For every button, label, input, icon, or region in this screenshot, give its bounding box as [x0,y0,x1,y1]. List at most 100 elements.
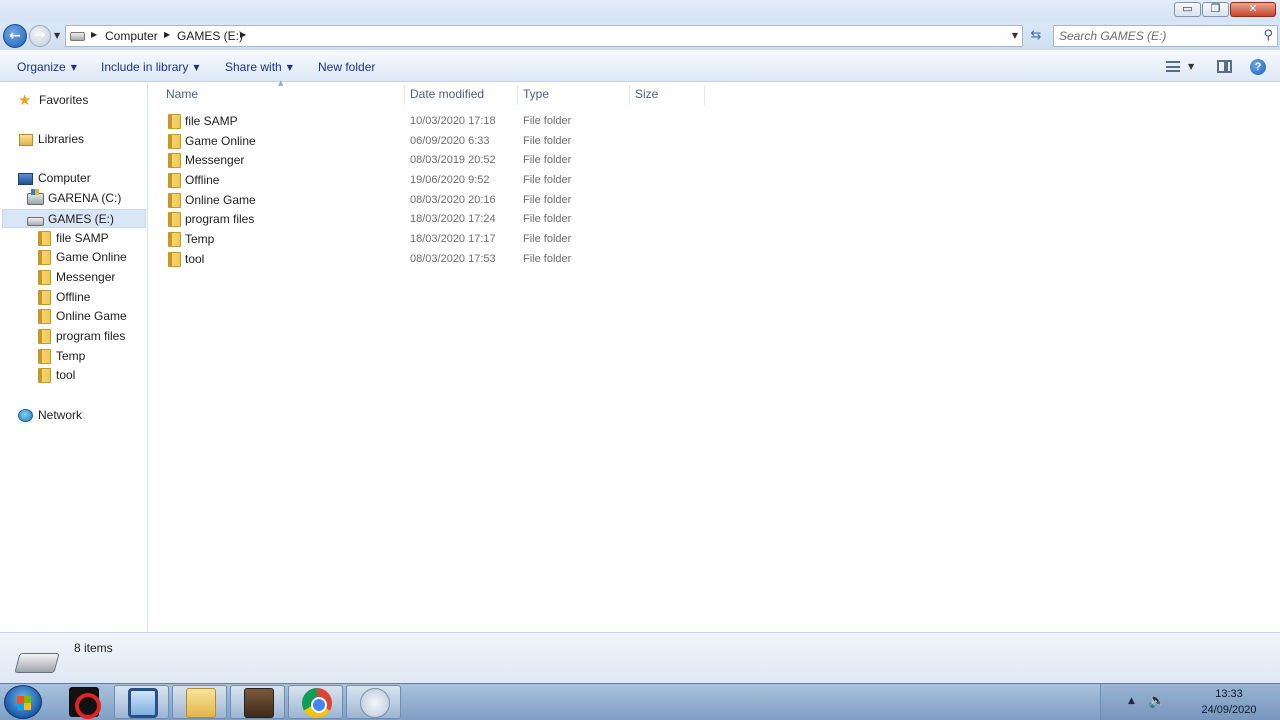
volume-icon[interactable]: 🔈 [1148,693,1165,709]
table-row[interactable]: Messenger 08/03/2019 20:52 File folder [160,151,680,170]
windows-logo-icon [17,696,31,710]
restore-icon: ❐ [1210,2,1221,15]
sidebar-item-folder[interactable]: Offline [38,288,90,307]
file-date: 19/06/2020 9:52 [410,174,490,186]
sidebar-item-label: Network [38,408,83,423]
forward-button[interactable]: → [29,25,51,47]
clock-date[interactable]: 24/09/2020 [1197,704,1261,716]
refresh-button[interactable]: ⇆ [1026,26,1046,46]
breadcrumb-games-drive[interactable]: GAMES (E:) [177,29,243,43]
file-type: File folder [523,174,572,186]
address-bar[interactable]: ▶ Computer ▶ GAMES (E:) ▶ ▼ [65,25,1023,47]
taskbar-app-explorer[interactable] [172,685,227,719]
sidebar-item-label: Temp [56,349,86,364]
sidebar-item-folder[interactable]: Online Game [38,307,127,326]
restore-button[interactable]: ❐ [1202,2,1229,17]
taskbar-app-remote-desktop[interactable] [114,685,169,719]
file-name: tool [185,252,205,266]
computer-icon [18,172,33,185]
column-header-size[interactable]: Size [635,85,658,105]
new-folder-button[interactable]: New folder [318,60,375,74]
folder-icon [38,329,51,345]
back-button[interactable]: ← [3,24,27,48]
minimize-icon: ▭ [1182,2,1193,15]
column-divider[interactable] [704,85,705,105]
taskbar-app-garena[interactable] [56,685,111,719]
table-row[interactable]: file SAMP 10/03/2020 17:18 File folder [160,112,680,131]
sidebar-item-folder[interactable]: Temp [38,347,85,366]
sidebar-item-label: Game Online [56,250,127,265]
chrome-icon [302,688,332,718]
breadcrumb-separator-icon[interactable]: ▶ [240,30,246,39]
preview-pane-icon[interactable] [1217,60,1232,73]
drive-icon [14,653,60,673]
sidebar-item-network[interactable]: Network [18,406,82,425]
breadcrumb-separator-icon[interactable]: ▶ [164,30,170,39]
sidebar-item-folder[interactable]: Game Online [38,248,127,267]
column-header-date-modified[interactable]: Date modified [410,85,484,105]
clock-time[interactable]: 13:33 [1201,688,1257,700]
paint-icon [360,688,390,718]
column-header-name[interactable]: Name [166,85,198,105]
file-type: File folder [523,135,572,147]
table-row[interactable]: tool 08/03/2020 17:53 File folder [160,250,680,269]
sidebar-item-games-drive[interactable]: GAMES (E:) [2,209,146,228]
garena-icon [69,687,101,719]
file-name: Game Online [185,134,256,148]
address-row: ← → ▼ ▶ Computer ▶ GAMES (E:) ▶ ▼ ⇆ ⚲ [0,22,1280,50]
address-dropdown-icon[interactable]: ▼ [1012,31,1018,40]
folder-icon [38,231,51,247]
minimize-button[interactable]: ▭ [1174,2,1201,17]
file-name: Online Game [185,193,256,207]
change-view-icon[interactable] [1166,61,1180,72]
file-date: 08/03/2020 20:16 [410,194,496,206]
sidebar-item-favorites[interactable]: ★ Favorites [18,91,88,110]
table-row[interactable]: Online Game 08/03/2020 20:16 File folder [160,191,680,210]
breadcrumb-computer[interactable]: Computer [105,29,158,43]
table-row[interactable]: program files 18/03/2020 17:24 File folder [160,210,680,229]
taskbar-app-samp[interactable] [230,685,285,719]
column-divider[interactable] [404,85,405,105]
sidebar-item-folder[interactable]: tool [38,366,75,385]
table-row[interactable]: Offline 19/06/2020 9:52 File folder [160,171,680,190]
organize-button[interactable]: Organize ▼ [17,60,77,74]
taskbar-app-paint[interactable] [346,685,401,719]
sidebar-item-folder[interactable]: program files [38,327,125,346]
system-drive-icon [27,188,44,205]
help-icon[interactable]: ? [1250,59,1266,75]
close-button[interactable]: ✕ [1230,2,1276,17]
sidebar-item-label: tool [56,368,76,383]
table-row[interactable]: Game Online 06/09/2020 6:33 File folder [160,132,680,151]
start-button[interactable] [4,685,42,719]
folder-icon [38,270,51,286]
folder-icon [38,349,51,365]
column-header-type[interactable]: Type [523,85,549,105]
sidebar-item-label: GAMES (E:) [48,212,115,227]
item-count: 8 items [74,641,113,655]
taskbar-app-chrome[interactable] [288,685,343,719]
window-controls: ▭ ❐ ✕ [1173,2,1276,17]
view-options-dropdown[interactable]: ▼ [1188,62,1194,71]
share-with-button[interactable]: Share with ▼ [225,60,293,74]
search-input[interactable] [1059,27,1254,45]
folder-icon [168,212,181,227]
breadcrumb-separator-icon[interactable]: ▶ [91,30,97,39]
file-type: File folder [523,213,572,225]
recent-pages-dropdown[interactable]: ▼ [54,31,60,40]
chevron-down-icon: ▼ [286,63,293,72]
sidebar-item-folder[interactable]: Messenger [38,268,115,287]
column-divider[interactable] [629,85,630,105]
show-hidden-icons-icon[interactable]: ▲ [1128,696,1135,706]
file-date: 08/03/2020 17:53 [410,253,496,265]
sidebar-item-label: Computer [38,171,91,186]
sidebar-item-folder[interactable]: file SAMP [38,229,109,248]
share-with-label: Share with [225,60,282,74]
file-date: 10/03/2020 17:18 [410,115,496,127]
column-divider[interactable] [517,85,518,105]
sidebar-item-garena-drive[interactable]: GARENA (C:) [27,188,121,208]
sidebar-item-computer[interactable]: Computer [18,169,91,188]
table-row[interactable]: Temp 18/03/2020 17:17 File folder [160,230,680,249]
sidebar-item-libraries[interactable]: Libraries [19,130,84,149]
search-icon[interactable]: ⚲ [1263,28,1273,43]
include-in-library-button[interactable]: Include in library ▼ [101,60,200,74]
